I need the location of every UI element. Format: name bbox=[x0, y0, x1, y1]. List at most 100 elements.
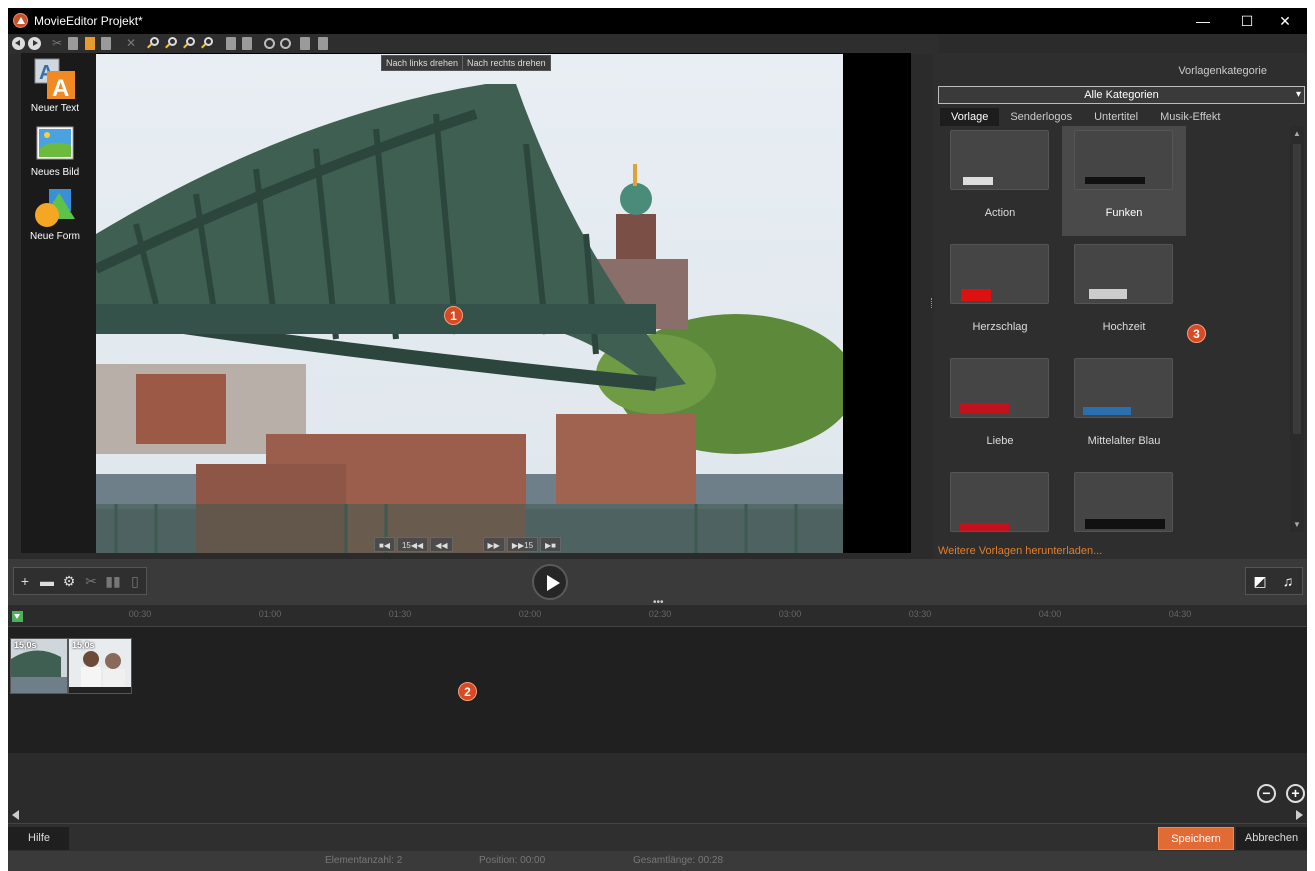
play-button[interactable] bbox=[532, 564, 568, 600]
template-tabs: Vorlage Senderlogos Untertitel Musik-Effekt bbox=[940, 108, 1231, 126]
bring-forward-icon[interactable] bbox=[300, 37, 310, 50]
split-icon[interactable]: ▮▮ bbox=[102, 568, 124, 594]
paste-icon[interactable] bbox=[85, 37, 95, 50]
scroll-right-icon[interactable] bbox=[1296, 810, 1303, 820]
copy-icon[interactable] bbox=[68, 37, 78, 50]
tab-vorlage[interactable]: Vorlage bbox=[940, 108, 1000, 126]
rewind-button[interactable]: ◀◀ bbox=[430, 537, 453, 552]
timeline-tools: + ▬ ⚙ ✂ ▮▮ ▯ bbox=[13, 567, 147, 595]
zoom-out-timeline-button[interactable]: − bbox=[1257, 784, 1276, 803]
save-button[interactable]: Speichern bbox=[1158, 827, 1234, 850]
template-name: Herzschlag bbox=[972, 321, 1028, 333]
scroll-up-icon[interactable]: ▲ bbox=[1293, 129, 1301, 138]
template-name: Liebe bbox=[986, 435, 1014, 447]
time-tick: 01:00 bbox=[258, 609, 282, 619]
cancel-button[interactable]: Abbrechen bbox=[1236, 827, 1307, 850]
clip-duration: 15,0s bbox=[72, 640, 95, 650]
vertical-splitter[interactable] bbox=[931, 298, 933, 308]
time-tick: 03:00 bbox=[778, 609, 802, 619]
flip-vertical-icon[interactable] bbox=[242, 37, 252, 50]
zoom-in-icon[interactable] bbox=[150, 37, 159, 46]
flip-horizontal-icon[interactable] bbox=[226, 37, 236, 50]
zoom-reset-icon[interactable] bbox=[204, 37, 213, 46]
zoom-in-timeline-button[interactable]: + bbox=[1286, 784, 1305, 803]
rotate-right-icon[interactable] bbox=[280, 38, 291, 49]
go-to-end-button[interactable]: ▶■ bbox=[540, 537, 561, 552]
cut-icon[interactable]: ✂ bbox=[52, 37, 65, 50]
zoom-fit-icon[interactable] bbox=[186, 37, 195, 46]
music-note-icon[interactable]: ♫ bbox=[1274, 568, 1302, 594]
time-tick: 00:30 bbox=[128, 609, 152, 619]
timeline-clip[interactable]: 15,0s bbox=[68, 638, 132, 694]
new-image-tool[interactable]: Neues Bild bbox=[23, 119, 87, 183]
callout-marker-1: 1 bbox=[444, 306, 463, 325]
template-thumbnail bbox=[950, 472, 1049, 532]
template-item[interactable]: Mittelalter Blau bbox=[1062, 354, 1186, 464]
time-tick: 02:30 bbox=[648, 609, 672, 619]
track-type-tools: ◩ ♫ bbox=[1245, 567, 1303, 595]
minimize-button[interactable]: — bbox=[1181, 8, 1225, 34]
timeline-clip[interactable]: 15,0s bbox=[10, 638, 68, 694]
template-scrollbar[interactable]: ▲ ▼ bbox=[1290, 126, 1304, 532]
tab-untertitel[interactable]: Untertitel bbox=[1083, 108, 1149, 126]
back-icon[interactable] bbox=[12, 37, 25, 50]
add-icon[interactable]: + bbox=[14, 568, 36, 594]
template-item[interactable] bbox=[1062, 468, 1186, 532]
rotate-left-icon[interactable] bbox=[264, 38, 275, 49]
forward-15-button[interactable]: ▶▶15 bbox=[506, 537, 539, 552]
cut-icon[interactable]: ✂ bbox=[80, 568, 102, 594]
rotate-right-button[interactable]: Nach rechts drehen bbox=[463, 56, 550, 70]
back-15-button[interactable]: 15◀◀ bbox=[396, 537, 429, 552]
go-to-start-button[interactable]: ■◀ bbox=[374, 537, 395, 552]
window-title: MovieEditor Projekt* bbox=[34, 14, 143, 28]
template-item[interactable]: Action bbox=[938, 126, 1062, 236]
tab-musik-effekt[interactable]: Musik-Effekt bbox=[1149, 108, 1231, 126]
template-grid: Action Funken Herzschlag Hochzeit Liebe … bbox=[938, 126, 1293, 532]
forward-icon[interactable] bbox=[28, 37, 41, 50]
new-shape-tool[interactable]: Neue Form bbox=[23, 183, 87, 247]
download-more-templates-link[interactable]: Weitere Vorlagen herunterladen... bbox=[938, 545, 1102, 557]
template-item[interactable]: Hochzeit bbox=[1062, 240, 1186, 350]
video-track-icon[interactable]: ◩ bbox=[1246, 568, 1274, 594]
video-preview[interactable]: Nach links drehen Nach rechts drehen ■◀ 15… bbox=[96, 53, 911, 553]
gear-icon[interactable]: ⚙ bbox=[58, 568, 80, 594]
template-item[interactable]: Herzschlag bbox=[938, 240, 1062, 350]
playhead-marker-icon[interactable] bbox=[12, 611, 23, 622]
scrollbar-thumb[interactable] bbox=[1293, 144, 1301, 434]
timeline-ruler[interactable]: 00:30 01:00 01:30 02:00 02:30 03:00 03:3… bbox=[8, 605, 1307, 627]
title-bar: MovieEditor Projekt* — ☐ ✕ bbox=[8, 8, 1307, 34]
delete-icon[interactable]: ✕ bbox=[126, 37, 139, 50]
text-icon: A A bbox=[34, 58, 75, 102]
new-text-tool[interactable]: A A Neuer Text bbox=[23, 55, 87, 119]
clip-duration: 15,0s bbox=[14, 640, 37, 650]
scroll-left-icon[interactable] bbox=[12, 810, 19, 820]
help-button[interactable]: Hilfe bbox=[8, 827, 69, 850]
template-item[interactable]: Liebe bbox=[938, 354, 1062, 464]
time-tick: 04:00 bbox=[1038, 609, 1062, 619]
scroll-down-icon[interactable]: ▼ bbox=[1293, 520, 1301, 529]
position-readout: Position: 00:00 bbox=[479, 855, 546, 866]
timeline-scrollbar[interactable] bbox=[8, 808, 1307, 822]
template-thumbnail bbox=[1074, 358, 1173, 418]
image-icon bbox=[36, 126, 74, 160]
time-tick: 03:30 bbox=[908, 609, 932, 619]
trash-icon[interactable]: ▯ bbox=[124, 568, 146, 594]
zoom-out-icon[interactable] bbox=[168, 37, 177, 46]
template-item[interactable]: Funken bbox=[1062, 126, 1186, 236]
category-dropdown[interactable]: Alle Kategorien bbox=[938, 86, 1305, 104]
category-label: Vorlagenkategorie bbox=[1178, 65, 1267, 77]
total-length: Gesamtlänge: 00:28 bbox=[633, 855, 724, 866]
send-backward-icon[interactable] bbox=[318, 37, 328, 50]
template-item[interactable] bbox=[938, 468, 1062, 532]
status-bar: Elementanzahl: 2 Position: 00:00 Gesamtl… bbox=[8, 851, 1307, 871]
template-panel: Vorlagenkategorie Alle Kategorien Vorlag… bbox=[934, 53, 1307, 559]
fast-forward-button[interactable]: ▶▶ bbox=[482, 537, 505, 552]
rotate-left-button[interactable]: Nach links drehen bbox=[382, 56, 464, 70]
new-text-label: Neuer Text bbox=[30, 103, 80, 114]
close-button[interactable]: ✕ bbox=[1263, 8, 1307, 34]
tab-senderlogos[interactable]: Senderlogos bbox=[999, 108, 1083, 126]
timeline-track[interactable]: 15,0s 15,0s 2 bbox=[8, 627, 1307, 753]
add-media-icon[interactable]: ▬ bbox=[36, 568, 58, 594]
duplicate-icon[interactable] bbox=[101, 37, 111, 50]
element-count: Elementanzahl: 2 bbox=[325, 855, 403, 866]
